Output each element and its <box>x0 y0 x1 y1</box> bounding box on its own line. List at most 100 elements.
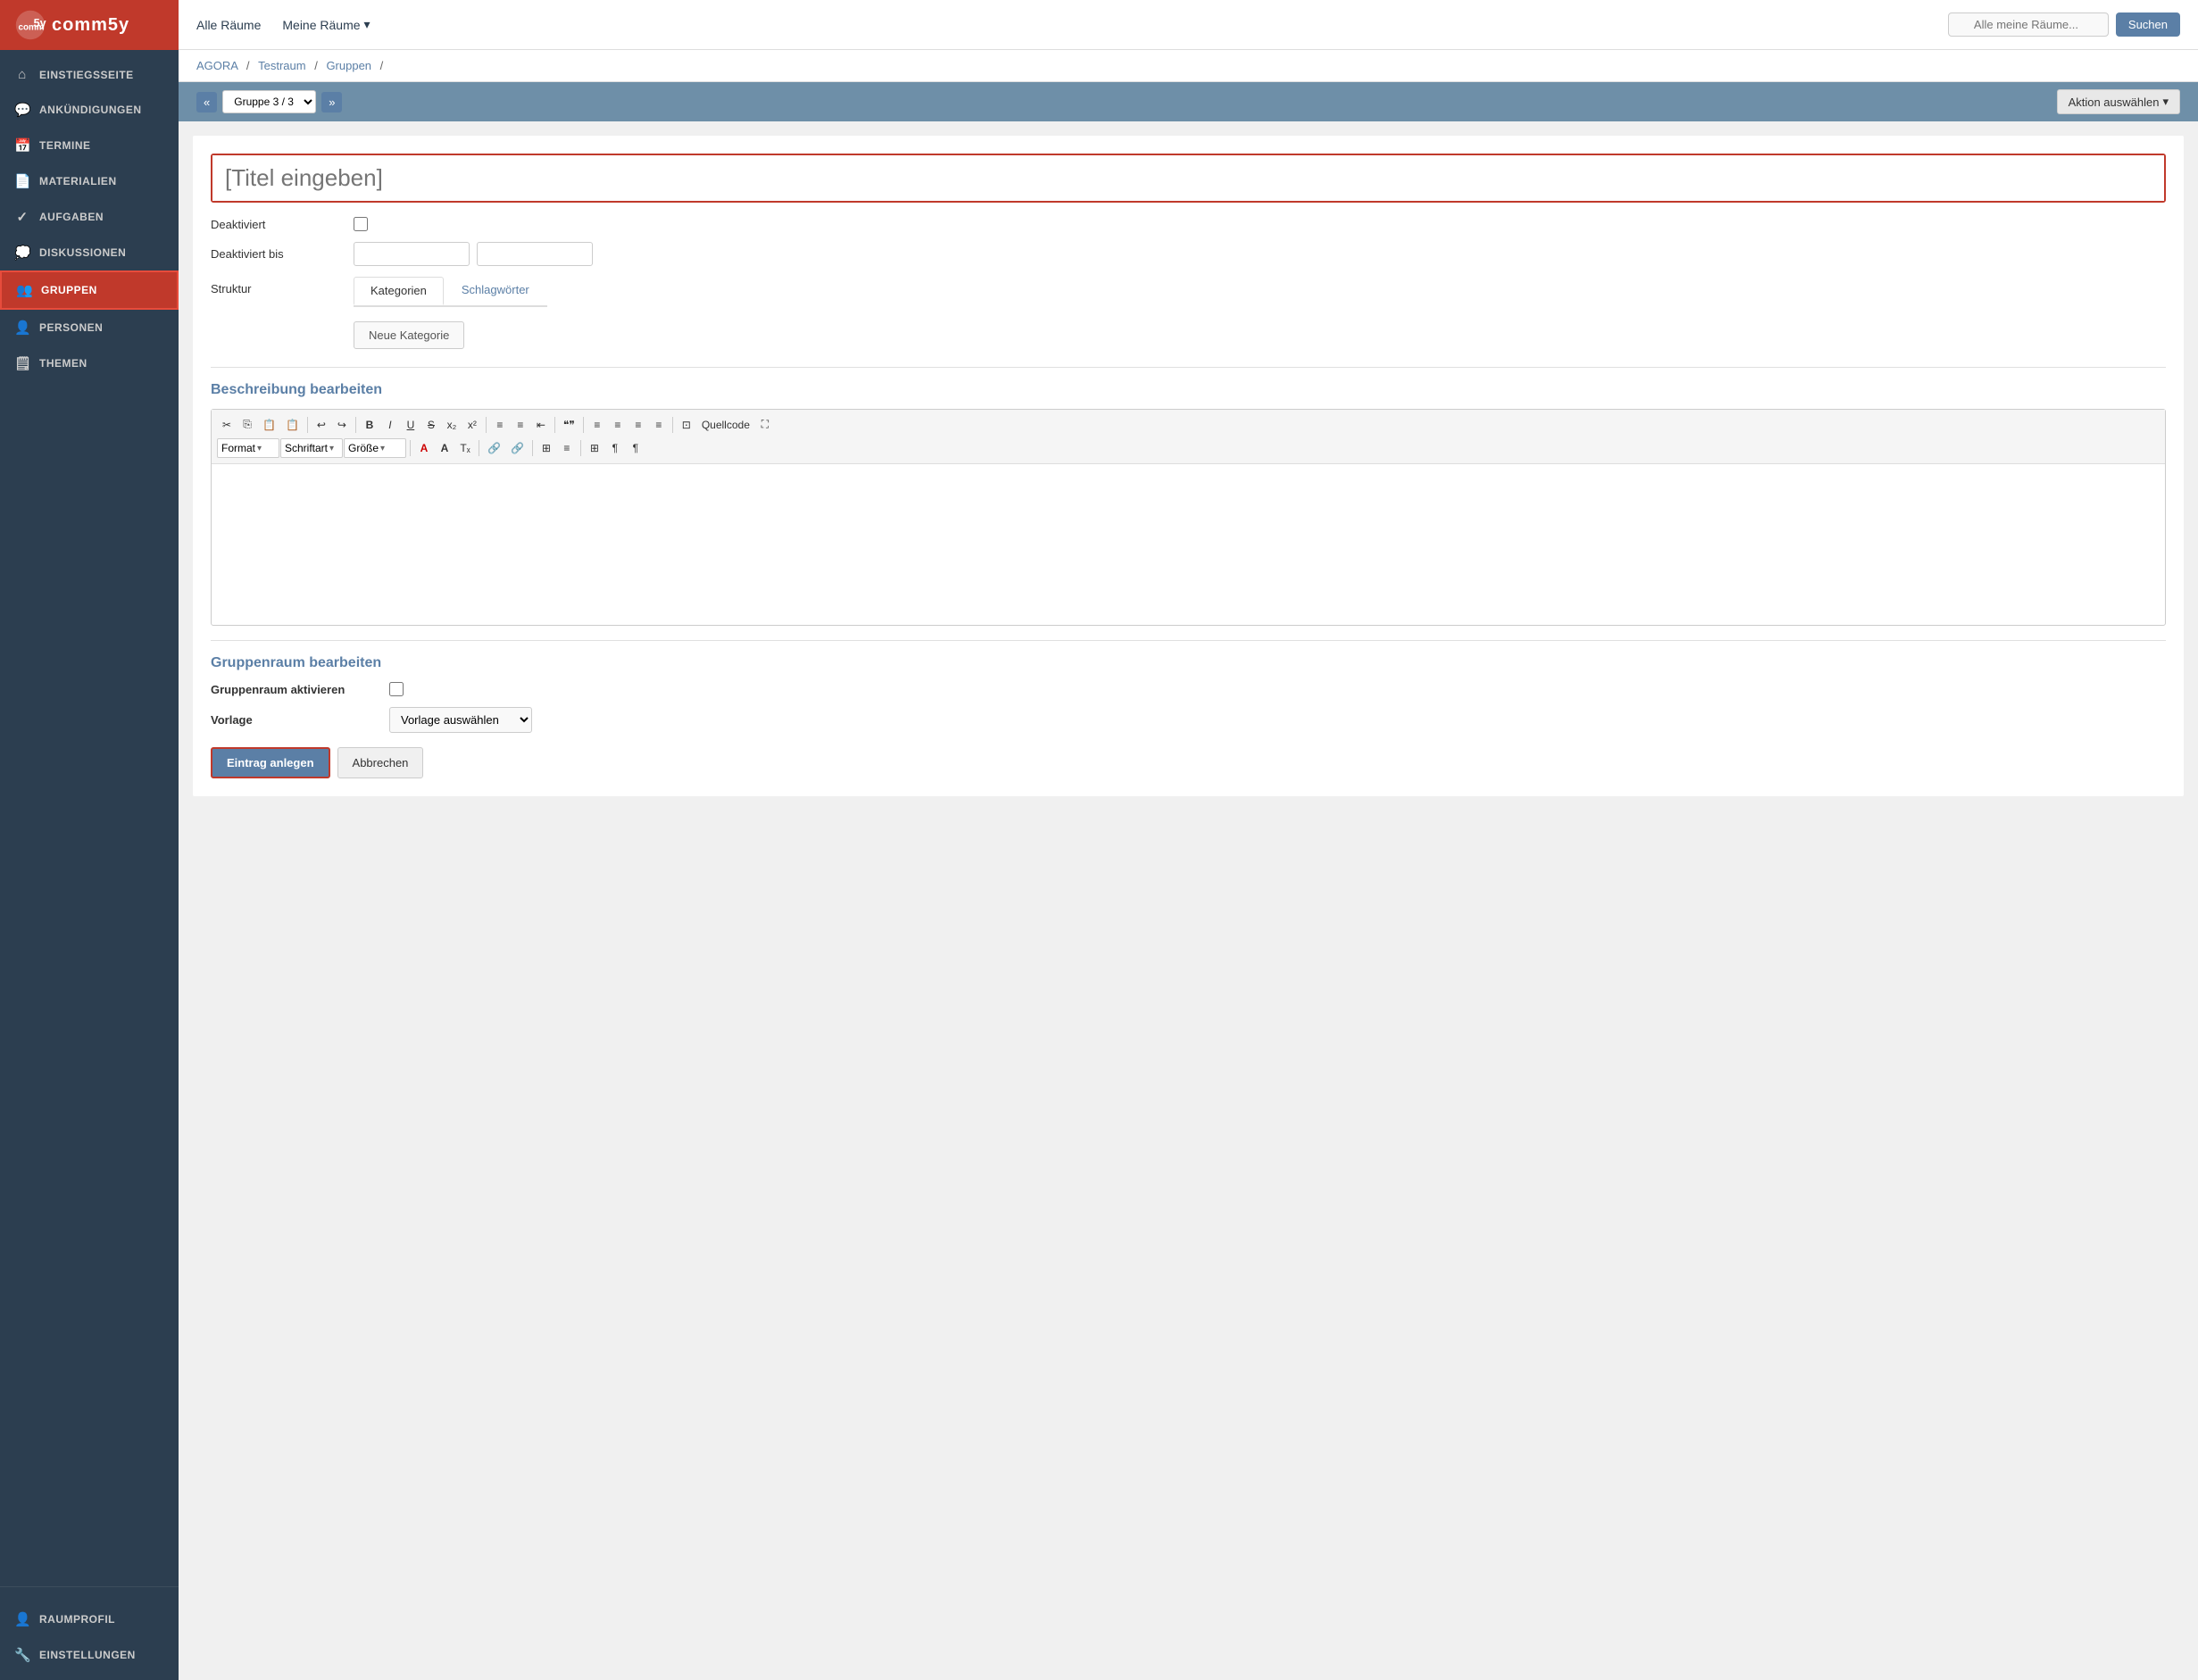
sidebar-item-label: Raumprofil <box>39 1613 115 1626</box>
search-wrapper: 🔍 <box>1948 12 2109 37</box>
neue-kategorie-button[interactable]: Neue Kategorie <box>354 321 464 349</box>
sidebar-item-label: Ankündigungen <box>39 104 142 116</box>
rte-special-chars-button[interactable]: ⊞ <box>585 439 604 457</box>
rte-sep-1 <box>307 417 308 433</box>
rte-unlink-button[interactable]: 🔗 <box>506 439 529 457</box>
rte-strike-button[interactable]: S <box>421 416 441 434</box>
tab-schlagwoerter[interactable]: Schlagwörter <box>445 277 545 305</box>
section-divider-1 <box>211 367 2166 368</box>
rte-blockquote-button[interactable]: ❝❞ <box>559 416 579 434</box>
aktion-select-button[interactable]: Aktion auswählen ▾ <box>2057 89 2180 114</box>
chevron-down-icon: ▾ <box>329 444 334 453</box>
rte-redo-button[interactable]: ↪ <box>332 416 352 434</box>
rte-table-button[interactable]: ⊞ <box>537 439 556 457</box>
gear-icon: 🔧 <box>14 1647 30 1663</box>
rte-undo-button[interactable]: ↩ <box>312 416 331 434</box>
sidebar-item-personen[interactable]: 👤 Personen <box>0 310 179 345</box>
nav-next-button[interactable]: » <box>321 92 342 112</box>
rte-italic-button[interactable]: I <box>380 416 400 434</box>
tab-kategorien[interactable]: Kategorien <box>354 277 444 305</box>
breadcrumb-testraum[interactable]: Testraum <box>258 59 305 72</box>
gruppenraum-heading: Gruppenraum bearbeiten <box>211 655 2166 671</box>
rte-align-right-button[interactable]: ≡ <box>629 416 648 434</box>
home-icon: ⌂ <box>14 67 30 82</box>
deaktiviert-bis-time-input[interactable] <box>477 242 593 266</box>
page-nav-left: « Gruppe 3 / 3 » <box>196 90 342 113</box>
breadcrumb-agora[interactable]: AGORA <box>196 59 237 72</box>
gruppenraum-aktivieren-checkbox[interactable] <box>389 682 404 696</box>
sidebar-item-gruppen[interactable]: 👥 Gruppen <box>0 270 179 310</box>
rte-schriftart-select[interactable]: Schriftart ▾ <box>280 438 343 458</box>
chevron-down-icon: ▾ <box>2162 95 2169 109</box>
rte-outdent-button[interactable]: ⇤ <box>531 416 551 434</box>
rte-align-center-button[interactable]: ≡ <box>608 416 628 434</box>
rte-subscript-button[interactable]: x₂ <box>442 416 462 434</box>
meine-raeume-link[interactable]: Meine Räume ▾ <box>282 17 370 32</box>
page-group-select[interactable]: Gruppe 3 / 3 <box>222 90 316 113</box>
sidebar-item-label: Themen <box>39 357 87 370</box>
deaktiviert-bis-date-input[interactable] <box>354 242 470 266</box>
rte-para-marks2-button[interactable]: ¶ <box>626 439 645 457</box>
rte-clear-format-button[interactable]: Tₓ <box>455 439 475 457</box>
rte-image-button[interactable]: ⊡ <box>677 416 696 434</box>
rte-superscript-button[interactable]: x² <box>462 416 482 434</box>
sidebar-item-label: Personen <box>39 321 103 334</box>
search-input[interactable] <box>1948 12 2109 37</box>
topbar-nav: Alle Räume Meine Räume ▾ <box>196 17 370 32</box>
rte-sep-6 <box>672 417 673 433</box>
rte-source-button[interactable]: Quellcode <box>697 416 754 434</box>
rte-orderedlist-button[interactable]: ≡ <box>490 416 510 434</box>
deaktiviert-checkbox[interactable] <box>354 217 368 231</box>
rte-align-justify-button[interactable]: ≡ <box>649 416 669 434</box>
rte-format-select[interactable]: Format ▾ <box>217 438 279 458</box>
rte-paste-text-button[interactable]: 📋 <box>281 416 304 434</box>
search-button[interactable]: Suchen <box>2116 12 2180 37</box>
rte-align-left-button[interactable]: ≡ <box>587 416 607 434</box>
sidebar-item-einstellungen[interactable]: 🔧 Einstellungen <box>0 1637 179 1673</box>
rte-bg-color-button[interactable]: A <box>435 439 454 457</box>
rte-cut-button[interactable]: ✂ <box>217 416 237 434</box>
rte-groesse-select[interactable]: Größe ▾ <box>344 438 406 458</box>
logo-text: comm5y <box>52 15 129 36</box>
nav-first-button[interactable]: « <box>196 92 217 112</box>
page-nav-bar: « Gruppe 3 / 3 » Aktion auswählen ▾ <box>179 82 2198 121</box>
struktur-label: Struktur <box>211 277 354 295</box>
sidebar-item-termine[interactable]: 📅 Termine <box>0 128 179 163</box>
sidebar-item-materialien[interactable]: 📄 Materialien <box>0 163 179 199</box>
vorlage-label: Vorlage <box>211 713 389 727</box>
breadcrumb-gruppen[interactable]: Gruppen <box>326 59 371 72</box>
rte-fullscreen-button[interactable]: ⛶ <box>755 415 775 434</box>
vorlage-select[interactable]: Vorlage auswählen <box>389 707 532 733</box>
title-input[interactable] <box>212 155 2164 201</box>
rte-underline-button[interactable]: U <box>401 416 420 434</box>
rte-unorderedlist-button[interactable]: ≡ <box>511 416 530 434</box>
sidebar-item-themen[interactable]: 🗒 Themen <box>0 345 179 381</box>
rte-paste-button[interactable]: 📋 <box>258 416 280 434</box>
alle-raeume-link[interactable]: Alle Räume <box>196 18 261 32</box>
breadcrumb: AGORA / Testraum / Gruppen / <box>179 50 2198 82</box>
deaktiviert-row: Deaktiviert <box>211 217 2166 231</box>
section-divider-2 <box>211 640 2166 641</box>
vorlage-row: Vorlage Vorlage auswählen <box>211 707 2166 733</box>
rte-bold-button[interactable]: B <box>360 416 379 434</box>
sidebar-item-raumprofil[interactable]: 👤 Raumprofil <box>0 1601 179 1637</box>
sidebar-item-aufgaben[interactable]: ✓ Aufgaben <box>0 199 179 235</box>
rte-link-button[interactable]: 🔗 <box>483 439 505 457</box>
deaktiviert-bis-label: Deaktiviert bis <box>211 247 354 261</box>
main-area: Alle Räume Meine Räume ▾ 🔍 Suchen AGORA … <box>179 0 2198 1680</box>
rte-table-props-button[interactable]: ≡ <box>557 439 577 457</box>
rte-editor[interactable] <box>212 464 2165 625</box>
abbrechen-button[interactable]: Abbrechen <box>337 747 424 778</box>
eintrag-anlegen-button[interactable]: Eintrag anlegen <box>211 747 330 778</box>
check-icon: ✓ <box>14 209 30 225</box>
logo-icon: comm 5y <box>14 9 46 41</box>
sidebar-item-einstiegsseite[interactable]: ⌂ Einstiegsseite <box>0 57 179 92</box>
rte-font-color-button[interactable]: A <box>414 439 434 457</box>
topics-icon: 🗒 <box>14 355 30 371</box>
sidebar-item-diskussionen[interactable]: 💭 Diskussionen <box>0 235 179 270</box>
profile-icon: 👤 <box>14 1611 30 1627</box>
rte-copy-button[interactable]: ⎘ <box>237 415 257 434</box>
rte-para-marks-button[interactable]: ¶ <box>605 439 625 457</box>
gruppenraum-aktivieren-label: Gruppenraum aktivieren <box>211 683 389 696</box>
sidebar-item-ankündigungen[interactable]: 💬 Ankündigungen <box>0 92 179 128</box>
